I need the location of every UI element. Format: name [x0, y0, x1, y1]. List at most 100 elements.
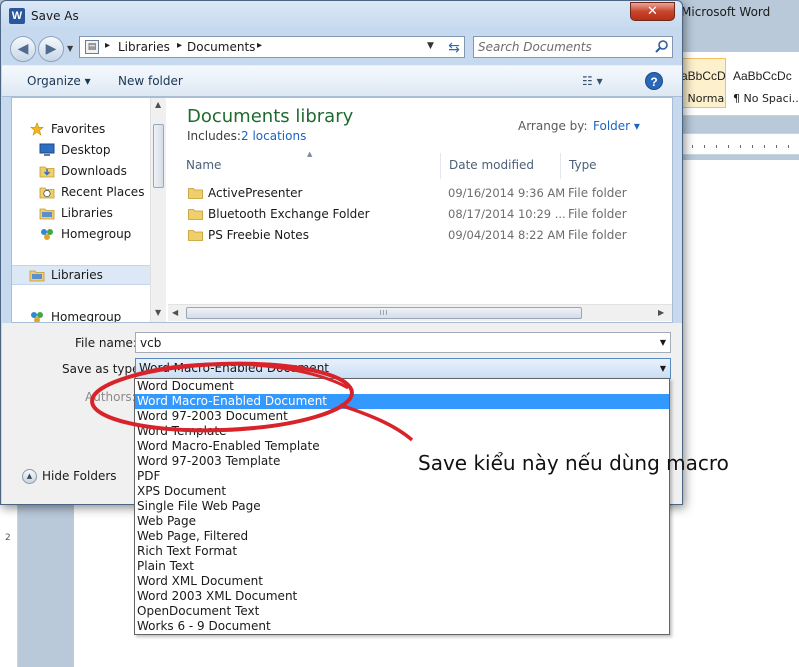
scroll-up-arrow-icon[interactable]: ▲ — [155, 100, 161, 109]
nav-item-libraries-root[interactable]: Libraries — [12, 265, 150, 285]
breadcrumb-separator-icon[interactable]: ▸ — [257, 40, 262, 51]
nav-item-libraries[interactable]: Libraries — [39, 204, 147, 224]
help-button[interactable]: ? — [645, 72, 663, 90]
option-opendocument-text[interactable]: OpenDocument Text — [135, 604, 669, 619]
breadcrumb-documents[interactable]: Documents — [187, 40, 255, 54]
file-list-pane: Documents library Includes: 2 locations … — [168, 98, 672, 322]
file-name-input[interactable] — [140, 335, 640, 350]
save-as-type-label: Save as type: — [62, 362, 144, 376]
scroll-left-arrow-icon[interactable]: ◀ — [172, 308, 178, 317]
back-button[interactable]: ◀ — [10, 36, 36, 62]
file-row[interactable]: ActivePresenter 09/16/2014 9:36 AM File … — [168, 184, 658, 205]
library-locations-link[interactable]: 2 locations — [241, 129, 306, 143]
file-row[interactable]: PS Freebie Notes 09/04/2014 8:22 AM File… — [168, 226, 658, 247]
option-word-macro-enabled-document[interactable]: Word Macro-Enabled Document — [135, 394, 669, 409]
option-xps-document[interactable]: XPS Document — [135, 484, 669, 499]
nav-item-homegroup[interactable]: Homegroup — [39, 225, 147, 245]
nav-item-label: Favorites — [51, 122, 106, 136]
option-word-document[interactable]: Word Document — [135, 379, 669, 394]
save-as-type-dropdown-icon[interactable]: ▼ — [660, 364, 666, 373]
option-word-xml-document[interactable]: Word XML Document — [135, 574, 669, 589]
scrollbar-thumb[interactable]: III — [186, 307, 582, 319]
navigation-pane-scrollbar[interactable]: ▲ ▼ — [150, 98, 166, 322]
option-web-page-filtered[interactable]: Web Page, Filtered — [135, 529, 669, 544]
vertical-ruler-number: 2 — [5, 533, 11, 543]
option-plain-text[interactable]: Plain Text — [135, 559, 669, 574]
organize-button[interactable]: Organize ▾ — [27, 74, 91, 88]
option-web-page[interactable]: Web Page — [135, 514, 669, 529]
file-name-dropdown-icon[interactable]: ▼ — [660, 338, 666, 347]
nav-item-label: Libraries — [61, 206, 113, 220]
option-works-6-9-document[interactable]: Works 6 - 9 Document — [135, 619, 669, 634]
nav-item-desktop[interactable]: Desktop — [39, 141, 147, 161]
search-box[interactable] — [473, 36, 673, 58]
word-app-icon: W — [9, 8, 25, 24]
scroll-down-arrow-icon[interactable]: ▼ — [155, 308, 161, 317]
file-name: Bluetooth Exchange Folder — [208, 207, 370, 221]
dialog-titlebar[interactable]: W Save As ✕ — [1, 1, 682, 31]
column-header-name[interactable]: Name — [178, 153, 441, 179]
address-dropdown-icon[interactable]: ▼ — [427, 41, 434, 51]
option-rich-text-format[interactable]: Rich Text Format — [135, 544, 669, 559]
star-icon — [30, 122, 44, 136]
breadcrumb-separator-icon[interactable]: ▸ — [177, 40, 182, 51]
breadcrumb-libraries[interactable]: Libraries — [118, 40, 170, 54]
arrange-by-label: Arrange by: — [518, 119, 588, 133]
save-as-type-select[interactable]: Word Macro-Enabled Document ▼ — [135, 358, 671, 379]
desktop-icon — [39, 143, 55, 156]
navigation-pane: Favorites Desktop Downloads Recent Place… — [12, 98, 166, 322]
option-word-2003-xml-document[interactable]: Word 2003 XML Document — [135, 589, 669, 604]
file-type: File folder — [568, 207, 627, 221]
file-name: PS Freebie Notes — [208, 228, 309, 242]
scroll-right-arrow-icon[interactable]: ▶ — [658, 308, 664, 317]
option-word-97-2003-document[interactable]: Word 97-2003 Document — [135, 409, 669, 424]
nav-item-label: Desktop — [61, 143, 111, 157]
column-header-date-modified[interactable]: Date modified — [441, 153, 561, 179]
column-header-type[interactable]: Type — [561, 153, 661, 179]
library-includes-label: Includes: — [187, 129, 241, 143]
nav-item-downloads[interactable]: Downloads — [39, 162, 147, 182]
style-no-spacing-sample: AaBbCcDc — [733, 69, 792, 83]
style-normal-name: ¶ Normal — [677, 92, 726, 105]
new-folder-button[interactable]: New folder — [118, 74, 183, 88]
option-word-template[interactable]: Word Template — [135, 424, 669, 439]
nav-item-label: Downloads — [61, 164, 127, 178]
file-list-horizontal-scrollbar[interactable]: ◀ III ▶ — [168, 304, 672, 321]
recent-places-icon — [39, 187, 55, 199]
style-no-spacing[interactable]: AaBbCcDc ¶ No Spaci... — [728, 58, 799, 108]
file-name-label: File name: — [75, 336, 137, 350]
style-no-spacing-name: ¶ No Spaci... — [733, 92, 799, 105]
save-as-type-options-list: Word Document Word Macro-Enabled Documen… — [134, 378, 670, 635]
scrollbar-thumb[interactable] — [153, 124, 164, 188]
downloads-folder-icon — [39, 166, 55, 178]
nav-item-favorites[interactable]: Favorites — [29, 120, 147, 140]
nav-item-recent-places[interactable]: Recent Places — [39, 183, 147, 203]
breadcrumb-separator-icon[interactable]: ▸ — [105, 40, 110, 51]
file-name-combobox[interactable]: ▼ — [135, 332, 671, 353]
chevron-up-icon: ▲ — [22, 469, 37, 484]
word-vertical-ruler: 2 — [0, 505, 18, 667]
folder-icon — [188, 209, 203, 220]
file-date: 09/16/2014 9:36 AM — [448, 186, 566, 200]
address-bar[interactable]: ▤ ▸ Libraries ▸ Documents ▸ ▼ — [79, 36, 465, 58]
option-single-file-web-page[interactable]: Single File Web Page — [135, 499, 669, 514]
change-view-button[interactable]: ☷ ▾ — [582, 74, 603, 88]
search-input[interactable] — [478, 39, 648, 55]
annotation-text: Save kiểu này nếu dùng macro — [418, 451, 729, 475]
save-as-type-value: Word Macro-Enabled Document — [139, 361, 330, 375]
libraries-icon — [29, 270, 45, 282]
arrange-by-dropdown[interactable]: Folder ▾ — [593, 119, 640, 133]
search-icon[interactable] — [654, 39, 670, 55]
refresh-icon[interactable]: ⇆ — [444, 38, 464, 58]
nav-item-homegroup-root[interactable]: Homegroup — [29, 308, 147, 322]
homegroup-icon — [31, 312, 43, 322]
library-location-icon: ▤ — [85, 40, 99, 54]
homegroup-icon — [41, 229, 53, 240]
recent-locations-dropdown-icon[interactable]: ▼ — [67, 44, 73, 53]
folder-icon — [188, 188, 203, 199]
close-button[interactable]: ✕ — [630, 2, 675, 21]
forward-button[interactable]: ▶ — [38, 36, 64, 62]
word-horizontal-ruler — [670, 133, 799, 155]
file-row[interactable]: Bluetooth Exchange Folder 08/17/2014 10:… — [168, 205, 658, 226]
word-window-title: Microsoft Word — [681, 5, 771, 19]
